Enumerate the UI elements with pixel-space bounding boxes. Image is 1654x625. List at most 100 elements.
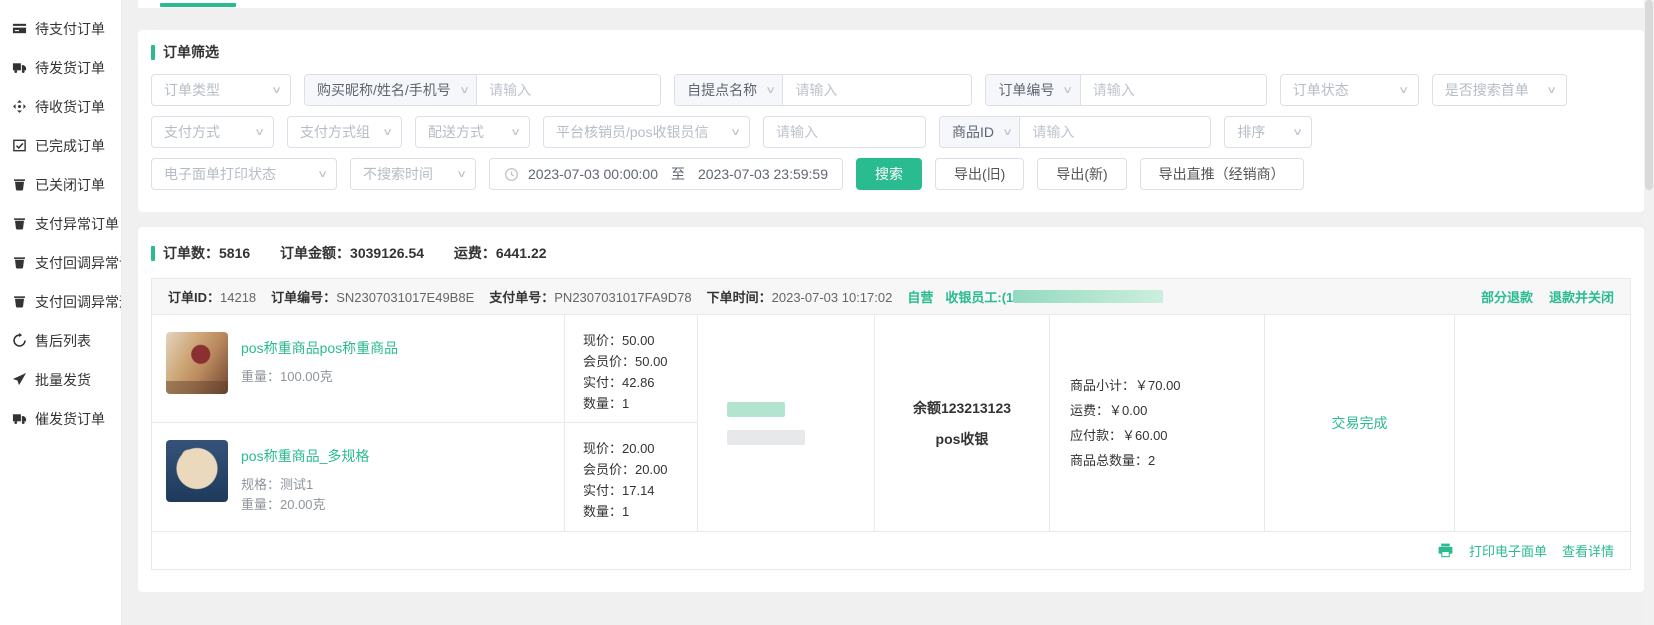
member-price: 会员价：50.00 [583,351,697,372]
refund-close-link[interactable]: 退款并关闭 [1549,287,1614,306]
sidebar-item-pay-abnormal[interactable]: 支付异常订单 [0,204,121,243]
product-name-link[interactable]: pos称重商品pos称重商品 [241,338,398,358]
pickup-name-input[interactable] [783,75,971,105]
date-range-picker[interactable]: 2023-07-03 00:00:00 至 2023-07-03 23:59:5… [489,158,843,190]
product-cell-1: pos称重商品pos称重商品 重量：100.00克 [152,315,564,423]
goods-id-input[interactable] [1020,117,1210,147]
tab-bar[interactable] [138,0,1644,8]
delivery-method-select[interactable]: 配送方式∨ [415,116,530,148]
pay-group-select[interactable]: 支付方式组∨ [287,116,402,148]
eprint-status-select[interactable]: 电子面单打印状态∨ [151,158,337,190]
sidebar-item-callback-abnormal[interactable]: 支付回调异常订单 [0,243,121,282]
product-name-link[interactable]: pos称重商品_多规格 [241,446,369,466]
scrollbar-thumb[interactable] [1645,0,1653,190]
trash-bucket-icon [12,255,27,270]
sidebar-item-pending-receive[interactable]: 待收货订单 [0,87,121,126]
chevron-down-icon: ∨ [765,85,776,96]
buyer-search-combo: 购买昵称/姓名/手机号∨ [304,74,661,106]
order-status: 交易完成 [1264,315,1454,531]
total-quantity: 商品总数量：2 [1070,448,1264,473]
sidebar-item-completed[interactable]: 已完成订单 [0,126,121,165]
billing-card-icon [12,21,27,36]
payment-cell: 余额123213123 pos收银 [874,315,1049,531]
pay-method-select[interactable]: 支付方式∨ [151,116,274,148]
paid-price: 实付：17.14 [583,480,697,501]
filter-card: 订单筛选 订单类型∨ 购买昵称/姓名/手机号∨ 自提点名称∨ [138,30,1644,212]
goods-id-type-select[interactable]: 商品ID∨ [940,117,1020,147]
amounts-cell: 商品小计：￥70.00 运费：￥0.00 应付款：￥60.00 商品总数量：2 [1049,315,1264,531]
product-weight: 重量：100.00克 [241,367,398,387]
quantity: 数量：1 [583,393,697,414]
payable-amount: 应付款：￥60.00 [1070,423,1264,448]
order-no-input[interactable] [1081,75,1266,105]
buyer-keyword-input[interactable] [477,75,660,105]
date-start: 2023-07-03 00:00:00 [528,166,658,182]
cashier-employee: 收银员工:(1 [945,287,1163,306]
filter-row-1: 订单类型∨ 购买昵称/姓名/手机号∨ 自提点名称∨ 订单编号∨ [151,74,1631,106]
payment-channel: pos收银 [936,429,989,449]
order-no-type-select[interactable]: 订单编号∨ [986,75,1080,105]
chevron-down-icon: ∨ [254,127,265,138]
first-order-select[interactable]: 是否搜索首单∨ [1432,74,1567,106]
order-card: 订单ID：14218 订单编号：SN2307031017E49B8E 支付单号：… [151,278,1631,570]
buyer-cell [697,315,874,531]
sidebar-item-urge-ship[interactable]: 催发货订单 [0,399,121,438]
print-eorder-link[interactable]: 打印电子面单 [1469,541,1547,560]
member-price: 会员价：20.00 [583,459,697,480]
price-cell-2: 现价：20.00 会员价：20.00 实付：17.14 数量：1 [564,423,697,531]
sort-select[interactable]: 排序∨ [1224,116,1312,148]
chevron-down-icon: ∨ [730,127,741,138]
buyer-keyword-type-select[interactable]: 购买昵称/姓名/手机号∨ [305,75,477,105]
verifier-select[interactable]: 平台核销员/pos收银员信∨ [543,116,750,148]
order-status-select[interactable]: 订单状态∨ [1280,74,1419,106]
goods-id-search-combo: 商品ID∨ [939,116,1211,148]
verifier-input[interactable] [763,116,926,148]
view-detail-link[interactable]: 查看详情 [1562,541,1614,560]
redacted-buyer-phone [727,430,805,445]
order-pay-no: 支付单号：PN2307031017FA9D78 [489,287,691,306]
chevron-down-icon: ∨ [1399,85,1410,96]
partial-refund-link[interactable]: 部分退款 [1481,287,1533,306]
goods-subtotal: 商品小计：￥70.00 [1070,373,1264,398]
order-freight: 运费：6441.22 [454,245,547,261]
search-button[interactable]: 搜索 [856,158,922,190]
current-price: 现价：50.00 [583,330,697,351]
sidebar-item-callback-refund[interactable]: 支付回调异常退款 [0,282,121,321]
order-count: 订单数：5816 [163,245,250,261]
order-management-page: 待支付订单 待发货订单 待收货订单 已完成订单 已关闭订单 支付异常订单 支付回… [0,0,1654,625]
chevron-down-icon: ∨ [317,169,328,180]
order-id: 订单ID：14218 [168,287,256,306]
order-type-select[interactable]: 订单类型∨ [151,74,291,106]
send-plane-icon [12,372,27,387]
order-sn: 订单编号：SN2307031017E49B8E [271,287,474,306]
summary-text: 订单数：5816 订单金额：3039126.54 运费：6441.22 [163,243,573,263]
trash-bucket-icon [12,294,27,309]
print-eorder-action[interactable] [1437,542,1454,559]
chevron-down-icon: ∨ [1063,85,1074,96]
chevron-down-icon: ∨ [1292,127,1303,138]
chevron-down-icon: ∨ [456,169,467,180]
chevron-down-icon: ∨ [271,85,282,96]
green-bar [151,246,155,261]
no-time-select[interactable]: 不搜索时间∨ [350,158,476,190]
export-direct-button[interactable]: 导出直推（经销商） [1140,158,1304,190]
product-image [166,440,228,502]
pickup-search-combo: 自提点名称∨ [674,74,972,106]
main-content: 订单筛选 订单类型∨ 购买昵称/姓名/手机号∨ 自提点名称∨ [122,0,1644,625]
export-new-button[interactable]: 导出(新) [1037,158,1126,190]
sidebar-item-pending-ship[interactable]: 待发货订单 [0,48,121,87]
export-old-button[interactable]: 导出(旧) [935,158,1024,190]
sidebar-item-closed[interactable]: 已关闭订单 [0,165,121,204]
sidebar-item-aftersale[interactable]: 售后列表 [0,321,121,360]
sidebar-item-batch-ship[interactable]: 批量发货 [0,360,121,399]
filter-row-2: 支付方式∨ 支付方式组∨ 配送方式∨ 平台核销员/pos收银员信∨ 商品ID∨ [151,116,1631,148]
trash-bucket-icon [12,216,27,231]
chevron-down-icon: ∨ [1002,127,1013,138]
order-list-card: 订单数：5816 订单金额：3039126.54 运费：6441.22 订单ID… [138,227,1644,592]
product-weight: 重量：20.00克 [241,495,369,515]
pickup-type-select[interactable]: 自提点名称∨ [675,75,783,105]
redacted-buyer-name [727,402,785,417]
filter-row-3: 电子面单打印状态∨ 不搜索时间∨ 2023-07-03 00:00:00 至 2… [151,158,1631,190]
sidebar-item-pending-payment[interactable]: 待支付订单 [0,9,121,48]
order-time: 下单时间：2023-07-03 10:17:02 [707,287,893,306]
